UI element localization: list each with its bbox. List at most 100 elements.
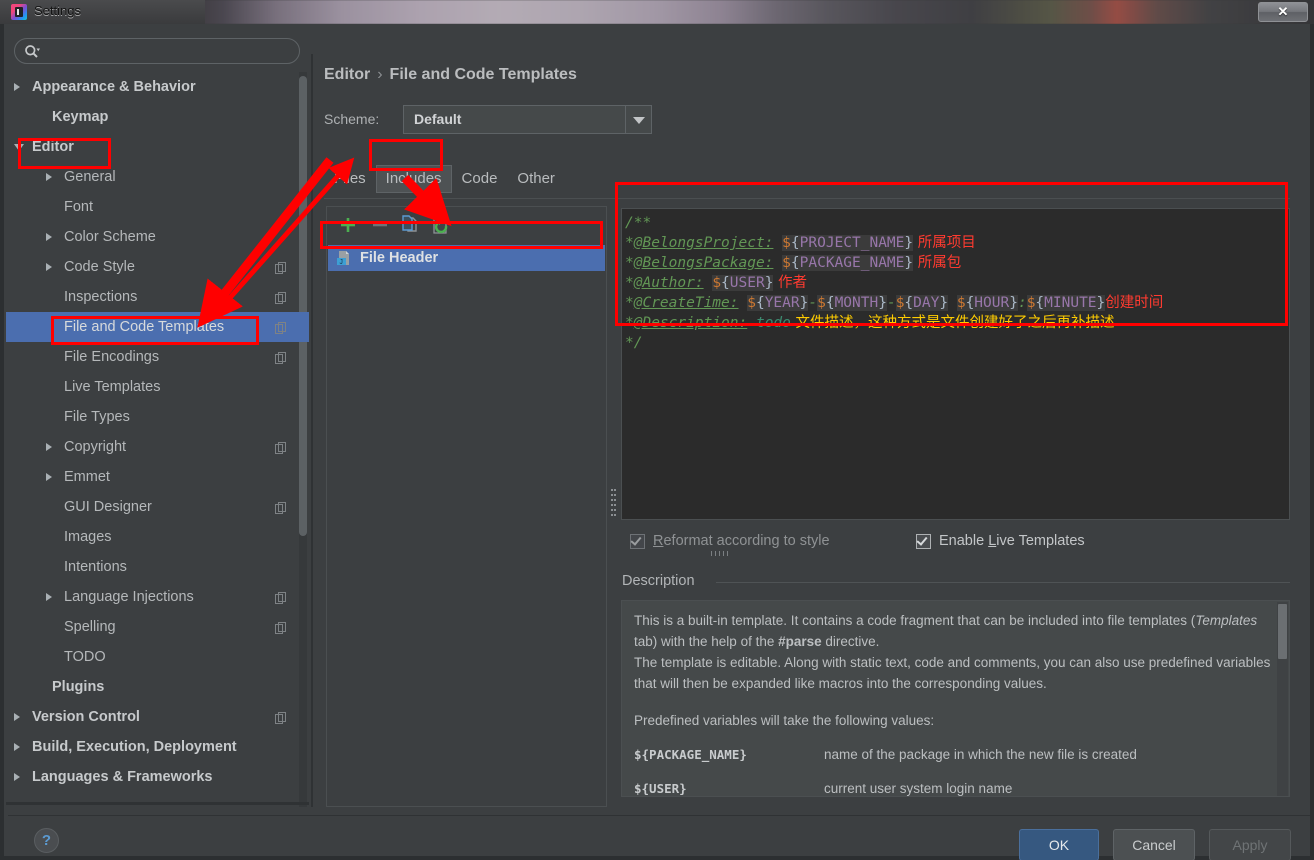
- chevron-right-icon[interactable]: [14, 83, 20, 91]
- sidebar-item-color-scheme[interactable]: Color Scheme: [6, 222, 309, 252]
- sidebar-item-file-encodings[interactable]: File Encodings: [6, 342, 309, 372]
- copy-settings-icon: [275, 351, 287, 364]
- template-code-text[interactable]: /** *@BelongsProject: ${PROJECT_NAME} 所属项…: [625, 213, 1163, 353]
- java-file-icon: J: [336, 250, 352, 267]
- list-item-label: File Header: [360, 250, 439, 266]
- code-token: MINUTE: [1044, 295, 1097, 311]
- description-paragraph-1: This is a built-in template. It contains…: [634, 610, 1274, 652]
- code-line: *@CreateTime: ${YEAR}-${MONTH}-${DAY} ${…: [625, 293, 1163, 313]
- sidebar-item-images[interactable]: Images: [6, 522, 309, 552]
- sidebar-item-editor[interactable]: Editor: [6, 132, 309, 162]
- desc-p1-bold: #parse: [778, 634, 822, 649]
- sidebar-item-label: Version Control: [32, 709, 140, 725]
- description-scrollbar-thumb[interactable]: [1278, 604, 1287, 659]
- sidebar-item-intentions[interactable]: Intentions: [6, 552, 309, 582]
- sidebar-item-inspections[interactable]: Inspections: [6, 282, 309, 312]
- template-code-editor[interactable]: /** *@BelongsProject: ${PROJECT_NAME} 所属项…: [621, 208, 1290, 520]
- search-box[interactable]: [14, 38, 300, 64]
- sidebar-item-label: Spelling: [64, 619, 116, 635]
- template-list-panel[interactable]: J File Header: [326, 206, 607, 807]
- horizontal-splitter-handle[interactable]: [611, 489, 617, 519]
- chevron-right-icon[interactable]: [46, 473, 52, 481]
- sidebar-item-general[interactable]: General: [6, 162, 309, 192]
- list-item[interactable]: J File Header: [328, 245, 605, 271]
- checkbox-box[interactable]: [916, 533, 931, 549]
- tab-other[interactable]: Other: [507, 165, 565, 193]
- copy-settings-icon: [275, 501, 287, 514]
- desc-p1-italic: Templates: [1195, 613, 1258, 628]
- code-token: @BelongsPackage:: [633, 255, 774, 271]
- sidebar-item-languages-frameworks[interactable]: Languages & Frameworks: [6, 762, 309, 792]
- code-line: *@BelongsProject: ${PROJECT_NAME} 所属项目: [625, 233, 1163, 253]
- sidebar-item-emmet[interactable]: Emmet: [6, 462, 309, 492]
- plus-icon[interactable]: [337, 214, 359, 236]
- desc-p1-c: directive.: [821, 634, 880, 649]
- chevron-right-icon[interactable]: [46, 173, 52, 181]
- chevron-right-icon[interactable]: [46, 593, 52, 601]
- sidebar-item-code-style[interactable]: Code Style: [6, 252, 309, 282]
- sidebar-item-copyright[interactable]: Copyright: [6, 432, 309, 462]
- chevron-right-icon[interactable]: [14, 773, 20, 781]
- chevron-right-icon[interactable]: [14, 713, 20, 721]
- chevron-right-icon[interactable]: [46, 263, 52, 271]
- apply-button[interactable]: Apply: [1209, 829, 1291, 860]
- desc-p1-b: tab) with the help of the: [634, 634, 779, 649]
- sidebar-item-keymap[interactable]: Keymap: [6, 102, 309, 132]
- code-token: *: [625, 235, 634, 251]
- code-token: *: [625, 295, 634, 311]
- code-token: {: [1035, 295, 1045, 311]
- sidebar-item-label: Live Templates: [64, 379, 161, 395]
- close-icon[interactable]: ✕: [1258, 2, 1308, 22]
- sidebar-item-font[interactable]: Font: [6, 192, 309, 222]
- code-token: /**: [625, 215, 652, 231]
- tab-files[interactable]: Files: [324, 165, 376, 193]
- sidebar-item-label: General: [64, 169, 116, 185]
- code-token: }: [878, 295, 887, 311]
- template-tabs[interactable]: Files Includes Code Other: [324, 165, 565, 193]
- search-input[interactable]: [47, 42, 291, 60]
- sidebar-item-language-injections[interactable]: Language Injections: [6, 582, 309, 612]
- copy-settings-icon: [275, 291, 287, 304]
- footer-separator: [8, 815, 1310, 816]
- copy-icon[interactable]: [399, 214, 421, 236]
- cancel-button[interactable]: Cancel: [1113, 829, 1195, 860]
- sidebar-item-appearance-behavior[interactable]: Appearance & Behavior: [6, 72, 309, 102]
- chevron-right-icon[interactable]: [46, 233, 52, 241]
- enable-live-templates-checkbox[interactable]: Enable Live Templates: [916, 533, 1085, 549]
- sidebar-item-spelling[interactable]: Spelling: [6, 612, 309, 642]
- sidebar-item-todo[interactable]: TODO: [6, 642, 309, 672]
- code-token: todo: [755, 315, 791, 331]
- code-token: {: [904, 295, 914, 311]
- help-button[interactable]: ?: [34, 828, 59, 853]
- breadcrumb-root[interactable]: Editor: [324, 66, 370, 83]
- sidebar-item-live-templates[interactable]: Live Templates: [6, 372, 309, 402]
- sidebar-item-label: Code Style: [64, 259, 135, 275]
- description-panel[interactable]: This is a built-in template. It contains…: [621, 600, 1290, 797]
- reset-icon[interactable]: [430, 214, 452, 236]
- code-token: $: [712, 275, 722, 291]
- ok-button[interactable]: OK: [1019, 829, 1099, 860]
- code-token: *: [625, 255, 634, 271]
- chevron-right-icon[interactable]: [14, 743, 20, 751]
- code-token: PACKAGE_NAME: [799, 255, 905, 271]
- chevron-down-icon[interactable]: [14, 143, 24, 151]
- code-token: YEAR: [764, 295, 800, 311]
- sidebar-item-gui-designer[interactable]: GUI Designer: [6, 492, 309, 522]
- sidebar-item-file-types[interactable]: File Types: [6, 402, 309, 432]
- sidebar-item-label: Intentions: [64, 559, 127, 575]
- settings-tree[interactable]: Appearance & Behavior Keymap Editor General…: [6, 72, 309, 807]
- tab-includes[interactable]: Includes: [375, 165, 452, 193]
- code-token: {: [790, 235, 800, 251]
- sidebar-item-file-and-code-templates[interactable]: File and Code Templates: [6, 312, 309, 342]
- sidebar-item-build-execution-deployment[interactable]: Build, Execution, Deployment: [6, 732, 309, 762]
- template-list-toolbar[interactable]: [327, 207, 606, 241]
- tab-code[interactable]: Code: [452, 165, 508, 193]
- chevron-right-icon[interactable]: [46, 443, 52, 451]
- sidebar-item-plugins[interactable]: Plugins: [6, 672, 309, 702]
- scheme-dropdown-button[interactable]: [625, 106, 651, 133]
- scheme-combobox[interactable]: Default: [403, 105, 652, 134]
- sidebar-item-version-control[interactable]: Version Control: [6, 702, 309, 732]
